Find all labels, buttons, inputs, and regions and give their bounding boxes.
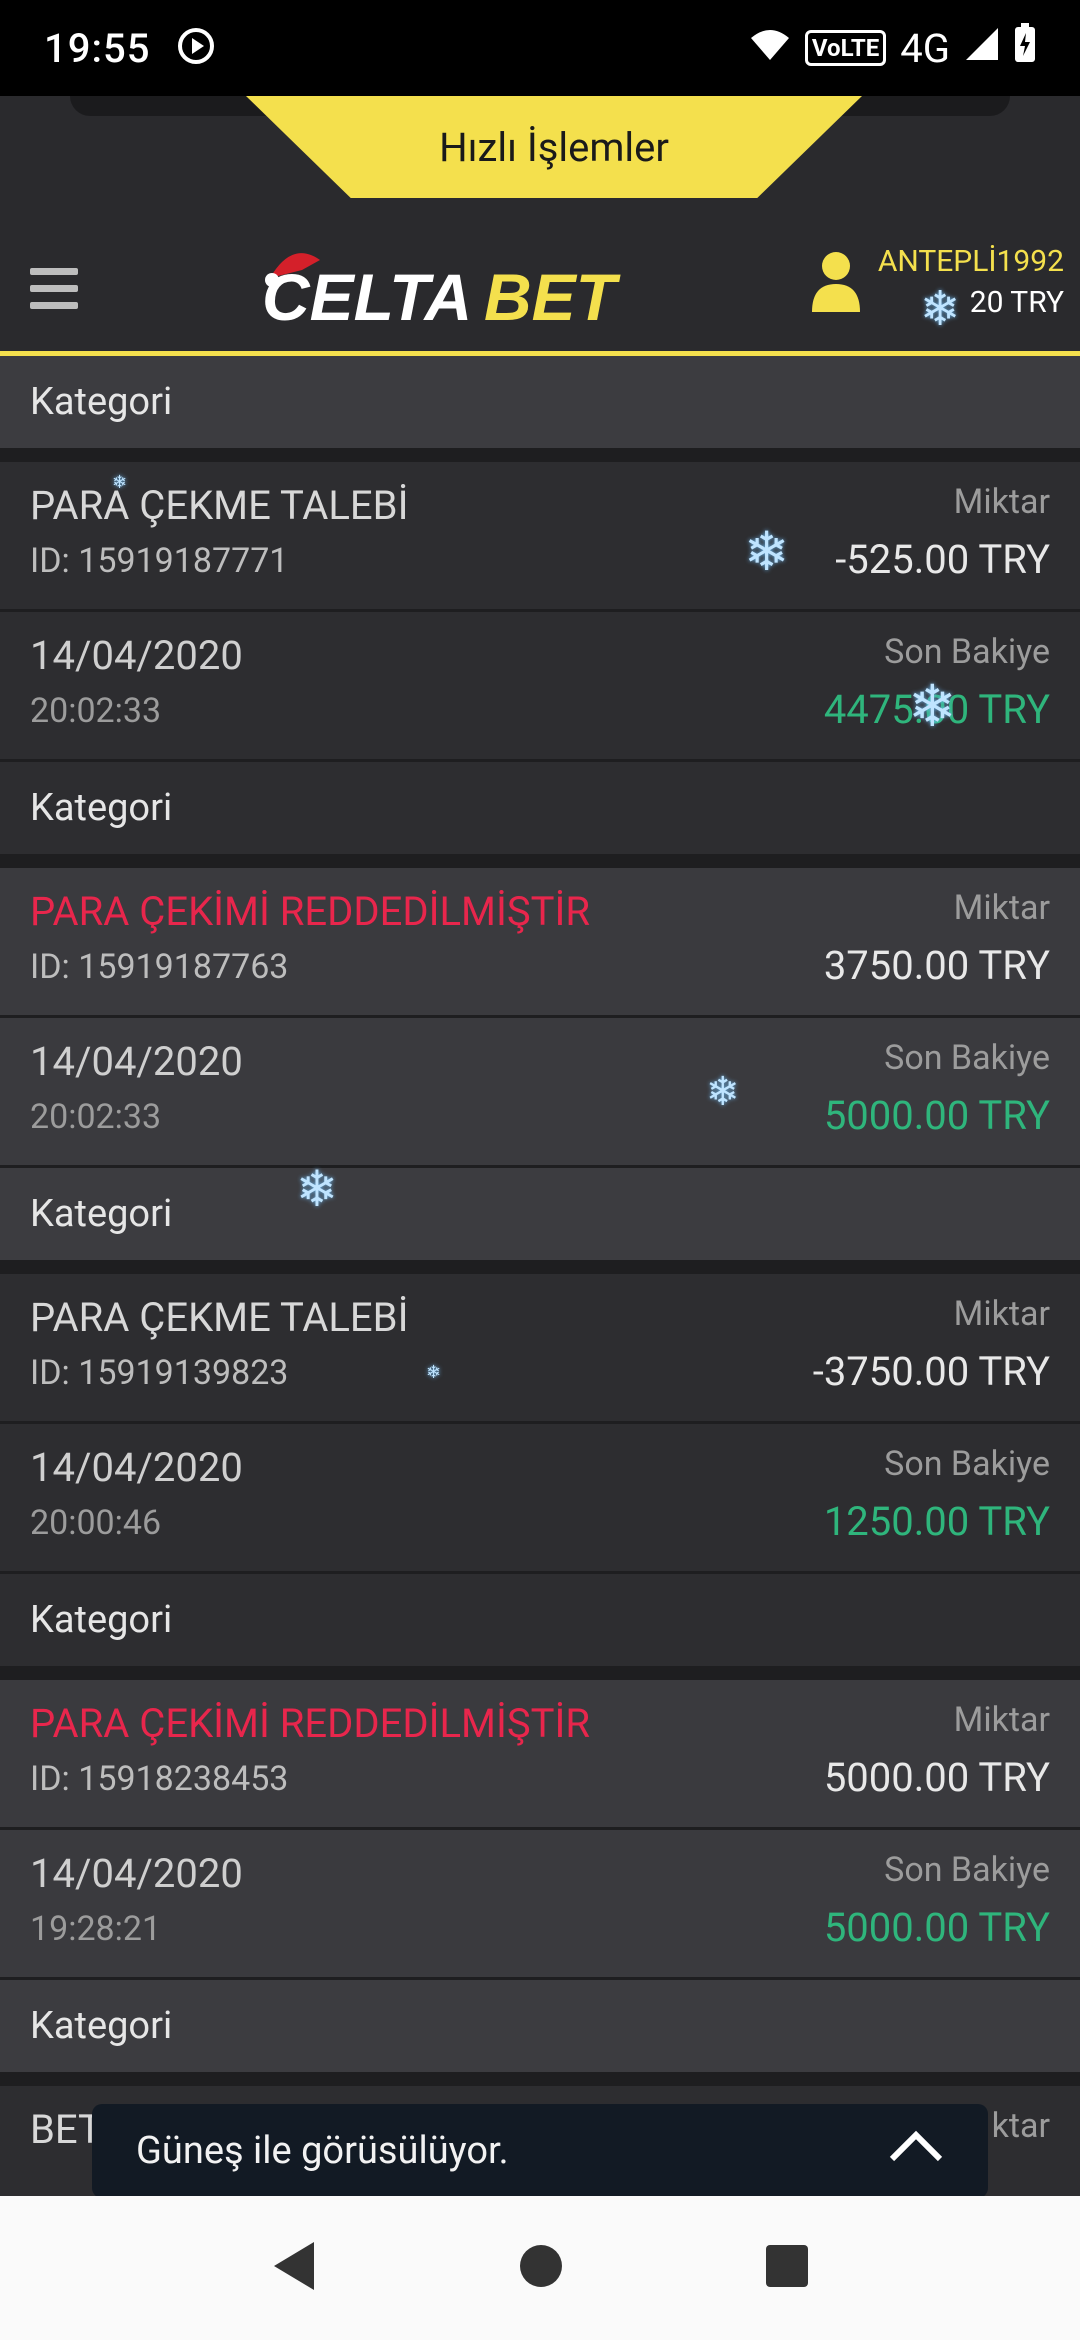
transaction-id: ID: 15918238453 bbox=[30, 1759, 289, 1799]
chat-label: Güneş ile görüsülüyor. bbox=[136, 2129, 509, 2173]
transaction-id: ID: 15919187763 bbox=[30, 947, 289, 987]
balance-label: Son Bakiye bbox=[884, 632, 1050, 672]
category-row: Kategori bbox=[0, 356, 1080, 448]
transaction-id: ID: 15919139823 bbox=[30, 1353, 289, 1393]
snowflake-icon: ❄ bbox=[296, 1161, 338, 1219]
live-chat-bar[interactable]: Güneş ile görüsülüyor. bbox=[92, 2104, 988, 2198]
transaction-time: 20:00:46 bbox=[30, 1503, 162, 1543]
balance-value: 5000.00 TRY bbox=[823, 1904, 1050, 1951]
user-icon[interactable] bbox=[808, 248, 864, 318]
transaction-title: PARA ÇEKİMİ REDDEDİLMİŞTİR bbox=[30, 1700, 590, 1747]
logo-text-bet: BET bbox=[484, 260, 621, 330]
transaction-row[interactable]: PARA ÇEKME TALEBİ ID: 15919139823 Miktar -… bbox=[0, 1274, 1080, 1424]
category-row: Kategori bbox=[0, 1168, 1080, 1260]
menu-icon[interactable] bbox=[30, 268, 78, 319]
balance-label: Son Bakiye bbox=[884, 1444, 1050, 1484]
transaction-title: PARA ÇEKME TALEBİ bbox=[30, 482, 409, 529]
transaction-date: 14/04/2020 bbox=[30, 1444, 243, 1491]
battery-icon bbox=[1014, 23, 1036, 73]
status-bar: 19:55 VoLTE 4G bbox=[0, 0, 1080, 96]
snowflake-icon: ❄ bbox=[908, 673, 957, 741]
username: ANTEPLİ1992 bbox=[877, 244, 1064, 279]
transaction-title: PARA ÇEKME TALEBİ bbox=[30, 1294, 409, 1341]
balance-value: 1250.00 TRY bbox=[823, 1498, 1050, 1545]
category-label: Kategori bbox=[30, 786, 173, 830]
amount-label: Miktar bbox=[953, 1700, 1050, 1740]
status-time: 19:55 bbox=[44, 24, 151, 72]
recents-icon[interactable] bbox=[764, 2243, 810, 2293]
transaction-detail-row[interactable]: 14/04/2020 20:00:46 Son Bakiye 1250.00 TRY bbox=[0, 1424, 1080, 1574]
back-icon[interactable] bbox=[270, 2240, 318, 2296]
category-label: Kategori bbox=[30, 2004, 173, 2048]
signal-icon bbox=[964, 25, 1000, 72]
transaction-date: 14/04/2020 bbox=[30, 1850, 243, 1897]
quick-actions-label: Hızlı İşlemler bbox=[439, 123, 669, 171]
wifi-icon bbox=[749, 25, 791, 72]
amount-value: -3750.00 TRY bbox=[812, 1348, 1050, 1395]
volte-badge: VoLTE bbox=[804, 30, 887, 66]
balance-label: Son Bakiye bbox=[884, 1038, 1050, 1078]
transaction-detail-row[interactable]: 14/04/2020 20:02:33 Son Bakiye 5000.00 TRY bbox=[0, 1018, 1080, 1168]
amount-label: Miktar bbox=[953, 888, 1050, 928]
transaction-row[interactable]: PARA ÇEKİMİ REDDEDİLMİŞTİR ID: 1591918776… bbox=[0, 868, 1080, 1018]
amount-label: Miktar bbox=[953, 1294, 1050, 1334]
chevron-up-icon[interactable] bbox=[888, 2129, 944, 2173]
category-row: Kategori bbox=[0, 1574, 1080, 1666]
logo-text-celta: CELTA bbox=[262, 260, 472, 330]
amount-value: -525.00 TRY bbox=[835, 536, 1050, 583]
snowflake-icon: ❄ bbox=[744, 521, 790, 584]
snowflake-icon: ❄ bbox=[426, 1362, 442, 1383]
transaction-time: 20:02:33 bbox=[30, 1097, 162, 1137]
network-type: 4G bbox=[900, 24, 950, 72]
category-row: Kategori bbox=[0, 1980, 1080, 2072]
category-label: Kategori bbox=[30, 1192, 173, 1236]
snowflake-icon: ❄ bbox=[112, 472, 128, 493]
header-top: Hızlı İşlemler bbox=[0, 96, 1080, 226]
transaction-detail-row[interactable]: 14/04/2020 19:28:21 Son Bakiye 5000.00 TRY bbox=[0, 1830, 1080, 1980]
user-balance: 20 TRY bbox=[969, 285, 1064, 320]
app-header: CELTA BET ANTEPLİ1992 20 TRY bbox=[0, 226, 1080, 356]
system-nav-bar bbox=[0, 2196, 1080, 2340]
play-icon bbox=[176, 26, 216, 70]
transaction-title: PARA ÇEKİMİ REDDEDİLMİŞTİR bbox=[30, 888, 590, 935]
transaction-time: 20:02:33 bbox=[30, 691, 162, 731]
transaction-row[interactable]: PARA ÇEKME TALEBİ ID: 15919187771 Miktar -… bbox=[0, 462, 1080, 612]
amount-value: 3750.00 TRY bbox=[823, 942, 1050, 989]
balance-value: 5000.00 TRY bbox=[823, 1092, 1050, 1139]
snowflake-icon: ❄ bbox=[920, 280, 961, 337]
amount-label: Miktar bbox=[953, 482, 1050, 522]
category-row: Kategori bbox=[0, 762, 1080, 854]
snowflake-icon: ❄ bbox=[706, 1068, 740, 1115]
category-label: Kategori bbox=[30, 1598, 173, 1642]
transaction-date: 14/04/2020 bbox=[30, 632, 243, 679]
celtabet-logo[interactable]: CELTA BET bbox=[262, 240, 642, 334]
category-label: Kategori bbox=[30, 380, 173, 424]
home-icon[interactable] bbox=[518, 2243, 564, 2293]
app-screen: Hızlı İşlemler CELTA BET ANTEPLİ1992 20 … bbox=[0, 96, 1080, 2196]
balance-label: Son Bakiye bbox=[884, 1850, 1050, 1890]
transaction-row[interactable]: PARA ÇEKİMİ REDDEDİLMİŞTİR ID: 1591823845… bbox=[0, 1680, 1080, 1830]
quick-actions-tab[interactable]: Hızlı İşlemler bbox=[246, 96, 862, 198]
transaction-date: 14/04/2020 bbox=[30, 1038, 243, 1085]
user-info[interactable]: ANTEPLİ1992 20 TRY bbox=[878, 244, 1064, 320]
amount-label: ktar bbox=[991, 2106, 1050, 2146]
amount-value: 5000.00 TRY bbox=[823, 1754, 1050, 1801]
transaction-time: 19:28:21 bbox=[30, 1909, 162, 1949]
transaction-id: ID: 15919187771 bbox=[30, 541, 289, 581]
